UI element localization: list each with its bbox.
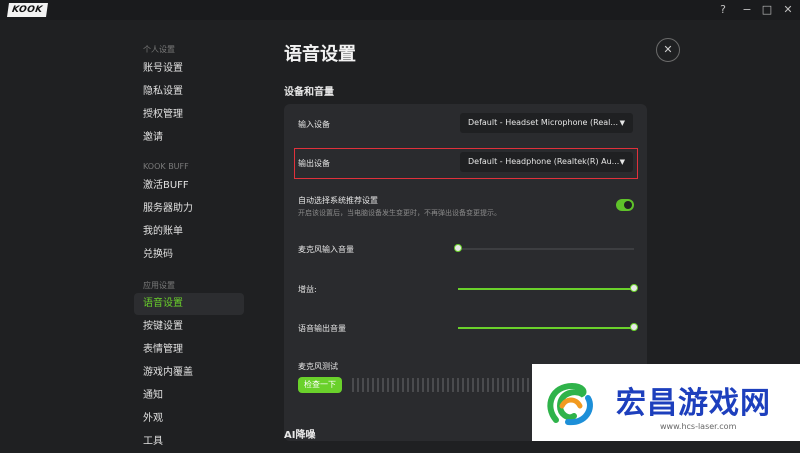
- auto-select-description: 开启该设置后，当电脑设备发生变更时，不再弹出设备变更提示。: [298, 209, 501, 217]
- ai-noise-reduction-heading: AI降噪: [284, 430, 316, 441]
- watermark-logo-icon: [547, 382, 593, 426]
- output-device-select[interactable]: Default - Headphone (Realtek(R) Au... ▼: [460, 152, 633, 172]
- meter-tick: [427, 378, 429, 392]
- sidebar-section-app: 应用设置: [143, 281, 175, 290]
- output-device-label: 输出设备: [298, 159, 330, 168]
- meter-tick: [362, 378, 364, 392]
- meter-tick: [517, 378, 519, 392]
- sidebar-item-privacy[interactable]: 隐私设置: [134, 81, 244, 103]
- sidebar-item-overlay[interactable]: 游戏内覆盖: [134, 362, 244, 384]
- sidebar-item-appearance[interactable]: 外观: [134, 408, 244, 430]
- close-settings-button[interactable]: ✕: [656, 38, 680, 62]
- auto-select-toggle[interactable]: [616, 199, 634, 211]
- meter-tick: [357, 378, 359, 392]
- maximize-icon[interactable]: □: [759, 2, 775, 18]
- sidebar-item-keybinds[interactable]: 按键设置: [134, 316, 244, 338]
- auto-select-label: 自动选择系统推荐设置: [298, 196, 378, 205]
- meter-tick: [387, 378, 389, 392]
- meter-tick: [392, 378, 394, 392]
- meter-tick: [502, 378, 504, 392]
- meter-tick: [512, 378, 514, 392]
- meter-tick: [382, 378, 384, 392]
- caret-down-icon: ▼: [619, 158, 625, 166]
- meter-tick: [422, 378, 424, 392]
- meter-tick: [402, 378, 404, 392]
- meter-tick: [472, 378, 474, 392]
- sidebar-section-buff: KOOK BUFF: [143, 162, 189, 171]
- input-device-select[interactable]: Default - Headset Microphone (Real... ▼: [460, 113, 633, 133]
- meter-tick: [417, 378, 419, 392]
- meter-tick: [477, 378, 479, 392]
- sidebar-item-notifications[interactable]: 通知: [134, 385, 244, 407]
- devices-volume-heading: 设备和音量: [284, 87, 334, 98]
- output-volume-slider[interactable]: [458, 323, 638, 331]
- meter-tick: [527, 378, 529, 392]
- meter-tick: [377, 378, 379, 392]
- meter-tick: [397, 378, 399, 392]
- sidebar-item-redeem-code[interactable]: 兑换码: [134, 244, 244, 266]
- meter-tick: [407, 378, 409, 392]
- meter-tick: [457, 378, 459, 392]
- output-device-value: Default - Headphone (Realtek(R) Au...: [468, 157, 620, 166]
- meter-tick: [412, 378, 414, 392]
- mic-test-label: 麦克风测试: [298, 362, 338, 371]
- sidebar-item-voice-settings[interactable]: 语音设置: [134, 293, 244, 315]
- sidebar-item-server-boost[interactable]: 服务器助力: [134, 198, 244, 220]
- mic-volume-slider[interactable]: [454, 244, 634, 252]
- minimize-icon[interactable]: −: [739, 2, 755, 18]
- toggle-knob: [624, 201, 632, 209]
- sidebar-item-invite[interactable]: 邀请: [134, 127, 244, 149]
- output-volume-label: 语音输出音量: [298, 324, 346, 333]
- meter-tick: [482, 378, 484, 392]
- meter-tick: [467, 378, 469, 392]
- output-volume-thumb[interactable]: [630, 323, 638, 331]
- meter-tick: [492, 378, 494, 392]
- meter-tick: [452, 378, 454, 392]
- kook-logo: KOOK: [7, 3, 48, 17]
- meter-tick: [367, 378, 369, 392]
- sidebar-item-tools[interactable]: 工具: [134, 431, 244, 453]
- watermark-text: 宏昌游戏网: [616, 386, 771, 421]
- gain-thumb[interactable]: [630, 284, 638, 292]
- meter-tick: [437, 378, 439, 392]
- gain-label: 增益:: [298, 285, 317, 294]
- meter-tick: [442, 378, 444, 392]
- mic-test-meter: [352, 378, 529, 392]
- mic-volume-label: 麦克风输入音量: [298, 245, 354, 254]
- gain-fill: [458, 288, 634, 290]
- input-device-label: 输入设备: [298, 120, 330, 129]
- caret-down-icon: ▼: [619, 119, 625, 127]
- sidebar-item-emoji[interactable]: 表情管理: [134, 339, 244, 361]
- meter-tick: [462, 378, 464, 392]
- meter-tick: [372, 378, 374, 392]
- site-watermark: 宏昌游戏网 www.hcs-laser.com: [532, 364, 800, 441]
- input-device-value: Default - Headset Microphone (Real...: [468, 118, 618, 127]
- sidebar-item-authorization[interactable]: 授权管理: [134, 104, 244, 126]
- meter-tick: [507, 378, 509, 392]
- meter-tick: [497, 378, 499, 392]
- page-title: 语音设置: [284, 44, 356, 65]
- sidebar-item-account[interactable]: 账号设置: [134, 58, 244, 80]
- sidebar-item-billing[interactable]: 我的账单: [134, 221, 244, 243]
- title-bar: KOOK ? − □ ✕: [0, 0, 800, 20]
- watermark-url: www.hcs-laser.com: [660, 422, 737, 431]
- sidebar-item-activate-buff[interactable]: 激活BUFF: [134, 175, 244, 197]
- mic-volume-thumb[interactable]: [454, 244, 462, 252]
- meter-tick: [352, 378, 354, 392]
- mic-test-button[interactable]: 检查一下: [298, 377, 342, 393]
- meter-tick: [447, 378, 449, 392]
- sidebar-section-personal: 个人设置: [143, 45, 175, 54]
- gain-slider[interactable]: [458, 284, 638, 292]
- help-icon[interactable]: ?: [715, 2, 731, 18]
- meter-tick: [432, 378, 434, 392]
- meter-tick: [487, 378, 489, 392]
- output-volume-fill: [458, 327, 634, 329]
- window-close-icon[interactable]: ✕: [780, 2, 796, 18]
- meter-tick: [522, 378, 524, 392]
